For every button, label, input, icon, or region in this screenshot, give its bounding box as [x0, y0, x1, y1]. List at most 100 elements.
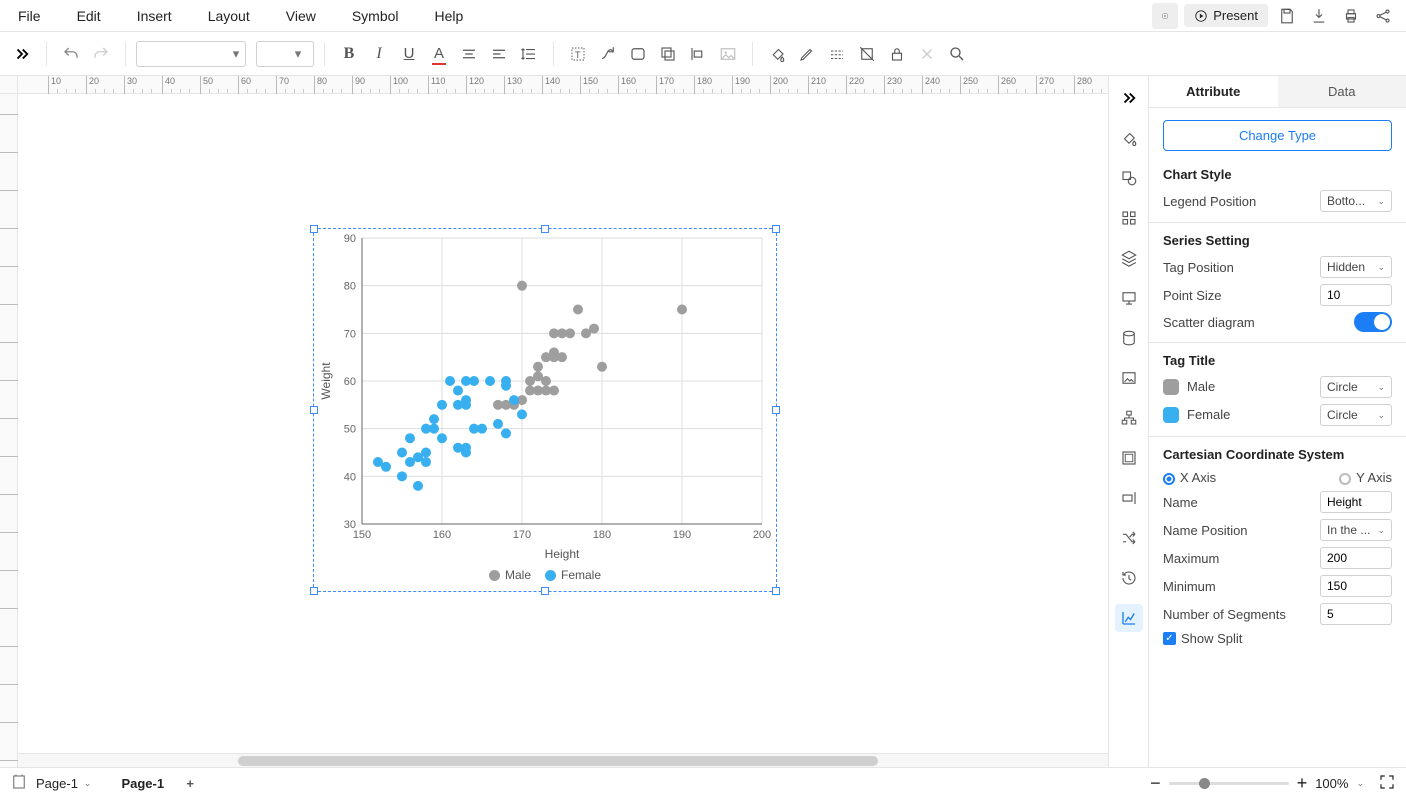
text-color-button[interactable]: A	[425, 40, 453, 68]
point-size-input[interactable]	[1320, 284, 1392, 306]
undo-button[interactable]	[57, 40, 85, 68]
zoom-knob[interactable]	[1199, 778, 1210, 789]
svg-text:170: 170	[513, 529, 531, 541]
tag-position-select[interactable]: Hidden⌄	[1320, 256, 1392, 278]
presentation-panel-button[interactable]	[1115, 284, 1143, 312]
scrollbar-thumb[interactable]	[238, 756, 878, 766]
image-panel-button[interactable]	[1115, 364, 1143, 392]
maximum-input[interactable]	[1320, 547, 1392, 569]
horizontal-scrollbar[interactable]	[18, 753, 1108, 767]
connector-button[interactable]	[594, 40, 622, 68]
scatter-diagram-label: Scatter diagram	[1163, 315, 1255, 330]
bold-button[interactable]: B	[335, 40, 363, 68]
tab-data[interactable]: Data	[1278, 76, 1406, 107]
random-panel-button[interactable]	[1115, 524, 1143, 552]
line-height-button[interactable]	[515, 40, 543, 68]
grid-panel-button[interactable]	[1115, 204, 1143, 232]
menu-edit[interactable]: Edit	[59, 0, 119, 31]
resize-handle[interactable]	[772, 225, 780, 233]
undo-icon	[62, 45, 80, 63]
settings-button[interactable]	[913, 40, 941, 68]
canvas[interactable]: 15016017018019020030405060708090HeightWe…	[18, 94, 1108, 767]
xaxis-radio[interactable]	[1163, 473, 1175, 485]
ruler-corner	[0, 76, 18, 94]
shape-panel-button[interactable]	[1115, 164, 1143, 192]
minimum-input[interactable]	[1320, 575, 1392, 597]
page-selector-label[interactable]: Page-1	[36, 776, 78, 791]
text-align-h-button[interactable]	[455, 40, 483, 68]
fullscreen-button[interactable]	[1378, 773, 1396, 794]
collapse-panel-button[interactable]	[1115, 84, 1143, 112]
underline-button[interactable]: U	[395, 40, 423, 68]
zoom-slider[interactable]	[1169, 782, 1289, 785]
crop-button[interactable]	[853, 40, 881, 68]
pages-button[interactable]	[10, 773, 28, 794]
font-size-input[interactable]	[257, 45, 289, 63]
database-panel-button[interactable]	[1115, 324, 1143, 352]
expand-toolbar-button[interactable]	[8, 40, 36, 68]
change-type-button[interactable]: Change Type	[1163, 120, 1392, 151]
resize-handle[interactable]	[310, 587, 318, 595]
lock-button[interactable]	[883, 40, 911, 68]
resize-handle[interactable]	[772, 406, 780, 414]
male-shape-select[interactable]: Circle⌄	[1320, 376, 1392, 398]
resize-handle[interactable]	[310, 225, 318, 233]
present-button[interactable]: Present	[1184, 4, 1268, 27]
image-button[interactable]	[714, 40, 742, 68]
fill-button[interactable]	[763, 40, 791, 68]
show-split-checkbox[interactable]: ✓	[1163, 632, 1176, 645]
zoom-out-button[interactable]: −	[1150, 773, 1161, 794]
chart-panel-button[interactable]	[1115, 604, 1143, 632]
layers-panel-button[interactable]	[1115, 244, 1143, 272]
resize-handle[interactable]	[772, 587, 780, 595]
download-button[interactable]	[1306, 3, 1332, 29]
line-spacing-icon	[520, 45, 538, 63]
tab-attribute[interactable]: Attribute	[1149, 76, 1278, 107]
org-panel-button[interactable]	[1115, 404, 1143, 432]
yaxis-radio[interactable]	[1339, 473, 1351, 485]
page-tab[interactable]: Page-1	[111, 772, 174, 795]
share-button[interactable]	[1370, 3, 1396, 29]
legend-position-label: Legend Position	[1163, 194, 1256, 209]
axis-name-input[interactable]	[1320, 491, 1392, 513]
menu-help[interactable]: Help	[417, 0, 482, 31]
font-family-input[interactable]	[137, 45, 227, 63]
menu-view[interactable]: View	[268, 0, 334, 31]
female-shape-select[interactable]: Circle⌄	[1320, 404, 1392, 426]
canvas-area[interactable]: 1020304050607080901001101201301401501601…	[0, 76, 1108, 767]
redo-button[interactable]	[87, 40, 115, 68]
align-object-button[interactable]	[684, 40, 712, 68]
font-size-select[interactable]: ▾	[256, 41, 314, 67]
menu-symbol[interactable]: Symbol	[334, 0, 417, 31]
segments-input[interactable]	[1320, 603, 1392, 625]
save-button[interactable]	[1274, 3, 1300, 29]
present-icon	[1194, 9, 1208, 23]
text-align-v-button[interactable]	[485, 40, 513, 68]
scatter-toggle[interactable]	[1354, 312, 1392, 332]
add-page-button[interactable]: +	[180, 776, 200, 791]
line-style-button[interactable]	[823, 40, 851, 68]
zoom-in-button[interactable]: +	[1297, 773, 1308, 794]
legend-position-select[interactable]: Botto...⌄	[1320, 190, 1392, 212]
textbox-button[interactable]: T	[564, 40, 592, 68]
resize-handle[interactable]	[541, 225, 549, 233]
italic-button[interactable]: I	[365, 40, 393, 68]
history-panel-button[interactable]	[1115, 564, 1143, 592]
template-panel-button[interactable]	[1115, 444, 1143, 472]
align-panel-button[interactable]	[1115, 484, 1143, 512]
menu-layout[interactable]: Layout	[190, 0, 268, 31]
menu-insert[interactable]: Insert	[119, 0, 190, 31]
shape-round-button[interactable]	[624, 40, 652, 68]
menu-file[interactable]: File	[0, 0, 59, 31]
play-button[interactable]	[1152, 3, 1178, 29]
resize-handle[interactable]	[541, 587, 549, 595]
search-button[interactable]	[943, 40, 971, 68]
font-family-select[interactable]: ▾	[136, 41, 246, 67]
stroke-button[interactable]	[793, 40, 821, 68]
name-position-select[interactable]: In the ...⌄	[1320, 519, 1392, 541]
fill-panel-button[interactable]	[1115, 124, 1143, 152]
shape-duplicate-button[interactable]	[654, 40, 682, 68]
print-button[interactable]	[1338, 3, 1364, 29]
resize-handle[interactable]	[310, 406, 318, 414]
scatter-chart[interactable]: 15016017018019020030405060708090HeightWe…	[318, 234, 772, 588]
